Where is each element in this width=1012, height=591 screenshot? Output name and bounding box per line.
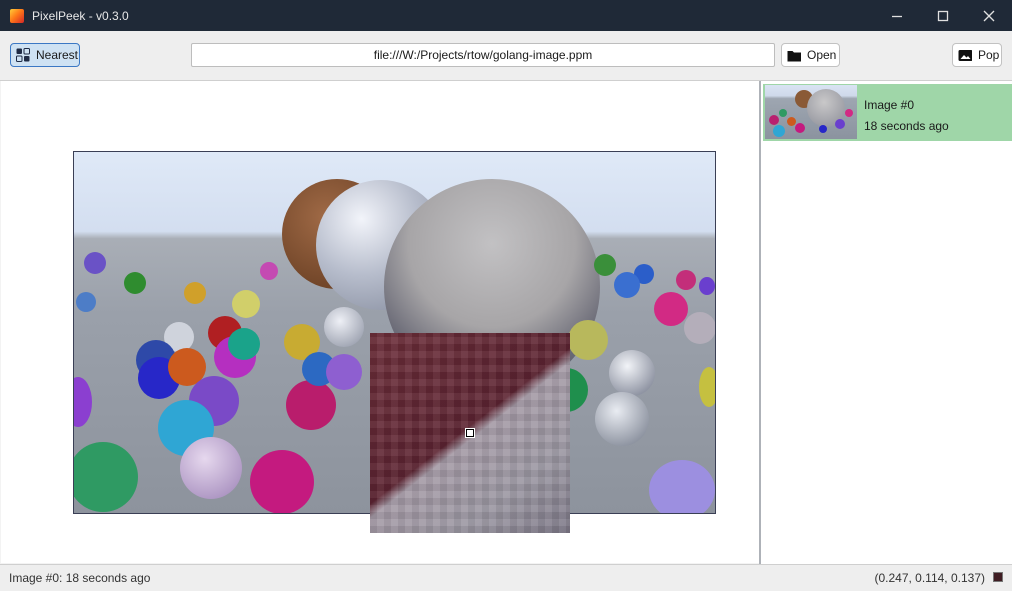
nearest-label: Nearest (36, 48, 79, 62)
window-title: PixelPeek - v0.3.0 (32, 8, 129, 23)
magnifier-loupe (370, 333, 570, 533)
pop-label: Pop (978, 48, 1000, 62)
status-image-time: 18 seconds ago (65, 571, 151, 585)
nearest-filter-button[interactable]: Nearest (10, 43, 80, 67)
grid-squares-icon (16, 48, 30, 62)
folder-icon (787, 48, 801, 62)
file-path-input[interactable] (191, 43, 775, 67)
toolbar: Nearest Open Pop (0, 31, 1012, 81)
app-logo-icon (10, 8, 24, 23)
pixel-value-readout: (0.247, 0.114, 0.137) (874, 571, 985, 585)
status-image-name: Image #0: (9, 571, 63, 585)
window-controls (874, 0, 1012, 31)
history-item[interactable]: Image #0 18 seconds ago (763, 84, 1012, 141)
maximize-button[interactable] (920, 0, 966, 31)
status-image-info: Image #0: 18 seconds ago (9, 571, 150, 585)
history-panel: Image #0 18 seconds ago (761, 81, 1012, 564)
status-bar: Image #0: 18 seconds ago (0.247, 0.114, … (0, 564, 1012, 591)
maximize-icon (937, 10, 949, 21)
pixel-color-swatch (993, 572, 1003, 582)
close-icon (983, 10, 995, 21)
close-button[interactable] (966, 0, 1012, 31)
open-button[interactable]: Open (781, 43, 840, 67)
pop-button[interactable]: Pop (952, 43, 1002, 67)
history-thumbnail (765, 85, 857, 139)
title-bar: PixelPeek - v0.3.0 (0, 0, 1012, 31)
image-icon (958, 48, 972, 62)
pixel-cursor (465, 428, 475, 438)
history-item-name: Image #0 (864, 98, 915, 112)
image-viewer[interactable] (1, 81, 759, 563)
minimize-icon (892, 15, 902, 17)
open-label: Open (807, 48, 837, 62)
minimize-button[interactable] (874, 0, 920, 31)
history-item-time: 18 seconds ago (864, 119, 949, 133)
